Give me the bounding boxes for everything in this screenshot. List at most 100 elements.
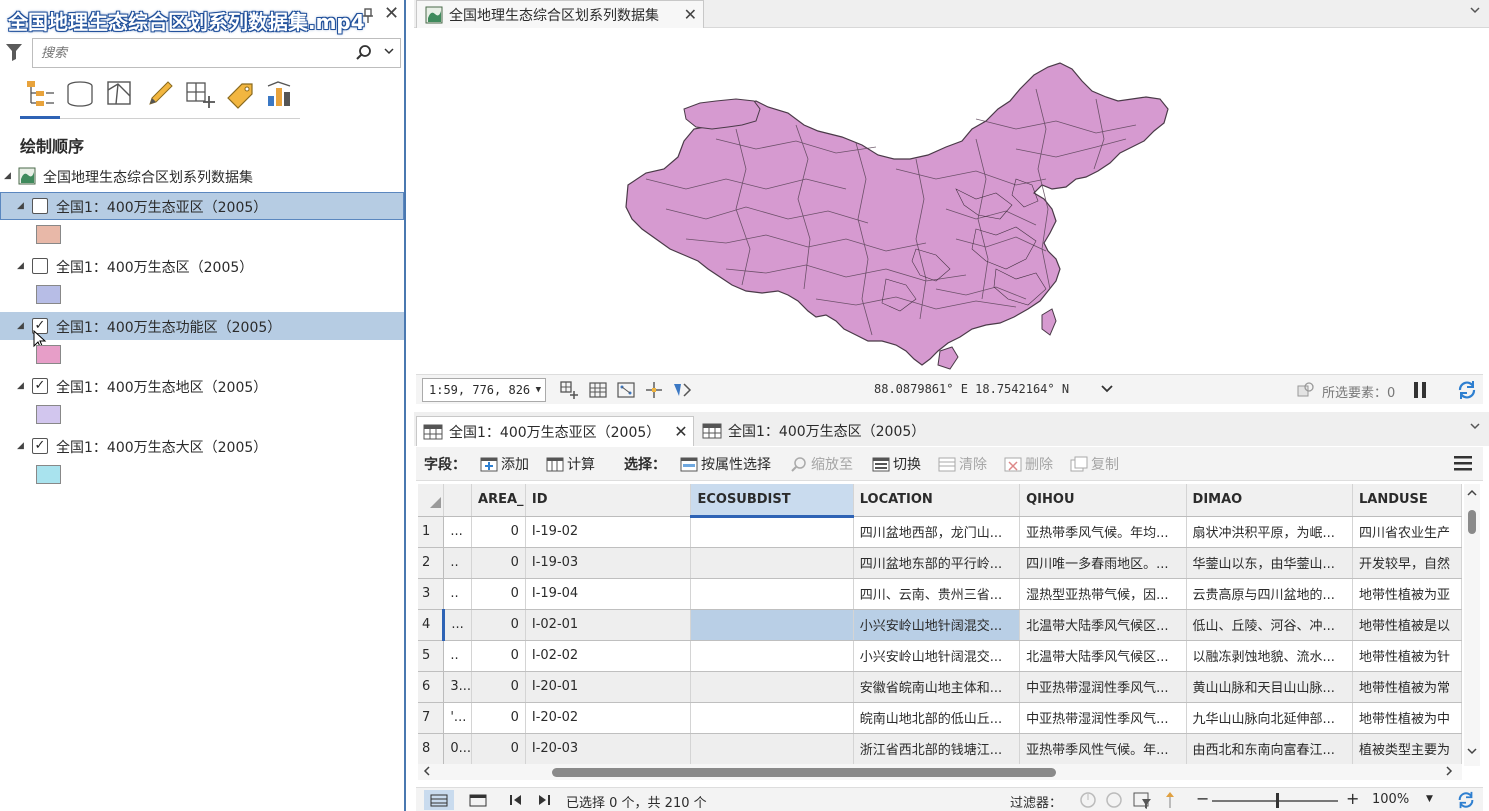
row-number-cell[interactable]: 1: [418, 516, 445, 548]
layer-row-ecodomain[interactable]: ◢ ✓ 全国1：400万生态大区（2005）: [0, 432, 404, 460]
table-cell-dimao[interactable]: 黄山山脉和天目山山脉...: [1186, 671, 1353, 703]
column-header-landuse[interactable]: LANDUSE: [1352, 484, 1462, 517]
filter-definition-icon[interactable]: [1104, 790, 1124, 810]
table-cell-area[interactable]: 0: [471, 671, 526, 703]
delete-button[interactable]: 删除: [1004, 454, 1053, 474]
table-cell-area[interactable]: 0: [471, 609, 526, 641]
layer-symbol-swatch[interactable]: [36, 465, 61, 484]
table-cell-landuse[interactable]: 地带性植被为常: [1352, 671, 1462, 703]
row-number-cell[interactable]: 2: [418, 547, 445, 579]
snapping-icon[interactable]: [184, 78, 216, 110]
search-input[interactable]: [33, 39, 333, 67]
table-cell-location[interactable]: 四川、云南、贵州三省...: [853, 578, 1021, 610]
crosshair-icon[interactable]: [644, 380, 664, 400]
zoom-out-icon[interactable]: −: [1196, 789, 1209, 808]
row-number-cell[interactable]: 6: [418, 671, 445, 703]
data-source-icon[interactable]: [64, 78, 96, 110]
table-cell-landuse[interactable]: 地带性植被为针: [1352, 640, 1462, 672]
table-cell-ecosubdist[interactable]: [690, 578, 854, 610]
horizontal-scroll-thumb[interactable]: [552, 768, 1056, 777]
chevron-down-icon[interactable]: [1469, 420, 1481, 435]
clear-selection-button[interactable]: 清除: [938, 454, 987, 474]
map-tab[interactable]: 全国地理生态综合区划系列数据集 ✕: [416, 0, 704, 28]
show-all-records-icon[interactable]: [424, 790, 454, 810]
collapse-icon[interactable]: ◢: [17, 261, 27, 271]
close-icon[interactable]: ✕: [674, 422, 687, 441]
table-cell-qihou[interactable]: 四川唯一多春雨地区。...: [1019, 547, 1187, 579]
table-cell-id[interactable]: I-19-04: [525, 578, 692, 610]
table-cell-ecosubdist[interactable]: [690, 640, 854, 672]
zoom-to-button[interactable]: 缩放至: [790, 454, 853, 474]
table-cell-location[interactable]: 安徽省皖南山地主体和...: [853, 671, 1021, 703]
column-header-id[interactable]: ID: [525, 484, 692, 517]
hamburger-menu-icon[interactable]: [1453, 455, 1473, 471]
switch-selection-button[interactable]: 切换: [872, 454, 921, 474]
table-cell-dimao[interactable]: 九华山山脉向北延伸部...: [1186, 702, 1353, 734]
table-cell-area[interactable]: 0: [471, 578, 526, 610]
collapse-icon[interactable]: ◢: [17, 201, 27, 211]
chevron-down-icon[interactable]: ▼: [1426, 794, 1433, 804]
row-number-cell[interactable]: 3: [418, 578, 445, 610]
table-cell[interactable]: ...: [443, 609, 473, 641]
refresh-icon[interactable]: [1456, 790, 1476, 810]
table-cell-dimao[interactable]: 低山、丘陵、河谷、冲...: [1186, 609, 1353, 641]
table-cell[interactable]: '...: [443, 702, 473, 734]
table-row[interactable]: 6 3... 0 I-20-01 安徽省皖南山地主体和... 中亚热带湿润性季风气... 黄…: [418, 671, 1462, 703]
pin-icon[interactable]: [362, 8, 376, 24]
scroll-left-icon[interactable]: [422, 764, 432, 782]
table-row[interactable]: 5.. 0 I-02-02 小兴安岭山地针阔混交... 北温带大陆季风气候区... 以融冻…: [418, 640, 1462, 672]
table-cell-dimao[interactable]: 云贵高原与四川盆地的...: [1186, 578, 1353, 610]
collapse-icon[interactable]: ◢: [4, 171, 14, 181]
table-cell-area[interactable]: 0: [471, 733, 526, 765]
row-number-cell[interactable]: 7: [418, 702, 445, 734]
grid-icon[interactable]: [588, 380, 608, 400]
table-cell-id[interactable]: I-19-03: [525, 547, 692, 579]
collapse-icon[interactable]: ◢: [17, 441, 27, 451]
table-cell-ecosubdist[interactable]: [690, 733, 854, 765]
table-cell-ecosubdist[interactable]: [690, 609, 854, 641]
vertical-scrollbar[interactable]: [1464, 484, 1480, 766]
fixed-zoom-icon[interactable]: [559, 380, 579, 400]
first-record-icon[interactable]: [506, 790, 526, 810]
layer-visibility-checkbox[interactable]: ✓: [32, 378, 48, 394]
table-cell-location[interactable]: 皖南山地北部的低山丘...: [853, 702, 1021, 734]
table-cell-area[interactable]: 0: [471, 640, 526, 672]
layer-row-ecosubregion[interactable]: ◢ 全国1：400万生态亚区（2005）: [0, 192, 404, 220]
table-cell-ecosubdist[interactable]: [690, 516, 854, 548]
table-cell-dimao[interactable]: 扇状冲洪积平原，为岷...: [1186, 516, 1353, 548]
table-cell-landuse[interactable]: 地带性植被是以: [1352, 609, 1462, 641]
layer-visibility-checkbox[interactable]: [32, 258, 48, 274]
table-row[interactable]: 7 '... 0 I-20-02 皖南山地北部的低山丘... 中亚热带湿润性季风气... 九…: [418, 702, 1462, 734]
chevron-down-icon[interactable]: ▼: [536, 379, 541, 401]
table-cell-qihou[interactable]: 北温带大陆季风气候区...: [1019, 609, 1187, 641]
table-cell[interactable]: ..: [443, 640, 473, 672]
map-node[interactable]: ◢ 全国地理生态综合区划系列数据集: [0, 162, 404, 190]
drawing-order-icon[interactable]: [24, 78, 56, 110]
scale-dropdown[interactable]: 1:59, 776, 826 ▼: [422, 378, 546, 402]
layer-row-ecoregion[interactable]: ◢ 全国1：400万生态区（2005）: [0, 252, 404, 280]
table-cell-ecosubdist[interactable]: [690, 671, 854, 703]
selected-features-icon[interactable]: [1296, 380, 1316, 400]
table-cell-id[interactable]: I-20-02: [525, 702, 692, 734]
table-row[interactable]: 3.. 0 I-19-04 四川、云南、贵州三省... 湿热型亚热带气候，因... 云贵高…: [418, 578, 1462, 610]
show-selected-records-icon[interactable]: [468, 790, 488, 810]
row-number-cell[interactable]: 8: [418, 733, 445, 765]
collapse-icon[interactable]: ◢: [17, 381, 27, 391]
column-header-ecosubdist[interactable]: ECOSUBDIST: [690, 484, 854, 518]
layer-visibility-checkbox[interactable]: ✓: [32, 438, 48, 454]
column-header-dimao[interactable]: DIMAO: [1186, 484, 1353, 517]
refresh-icon[interactable]: [1456, 379, 1478, 401]
table-cell-id[interactable]: I-20-01: [525, 671, 692, 703]
table-cell-dimao[interactable]: 以融冻剥蚀地貌、流水...: [1186, 640, 1353, 672]
table-row[interactable]: 2.. 0 I-19-03 四川盆地东部的平行岭... 四川唯一多春雨地区。... 华蓥山…: [418, 547, 1462, 579]
table-cell-location[interactable]: 四川盆地东部的平行岭...: [853, 547, 1021, 579]
map-view[interactable]: [416, 29, 1483, 373]
editing-pencil-icon[interactable]: [144, 78, 176, 110]
sort-icon[interactable]: [1160, 790, 1180, 810]
table-cell-qihou[interactable]: 中亚热带湿润性季风气...: [1019, 702, 1187, 734]
zoom-in-icon[interactable]: +: [1346, 789, 1359, 808]
table-row[interactable]: 1... 0 I-19-02 四川盆地西部，龙门山... 亚热带季风气候。年均... 扇状…: [418, 516, 1462, 548]
table-of-features-icon[interactable]: [616, 380, 636, 400]
table-row[interactable]: 8 0... 0 I-20-03 浙江省西北部的钱塘江... 亚热带季风性气候。年... 由…: [418, 733, 1462, 765]
chevron-down-icon[interactable]: [1469, 4, 1481, 19]
